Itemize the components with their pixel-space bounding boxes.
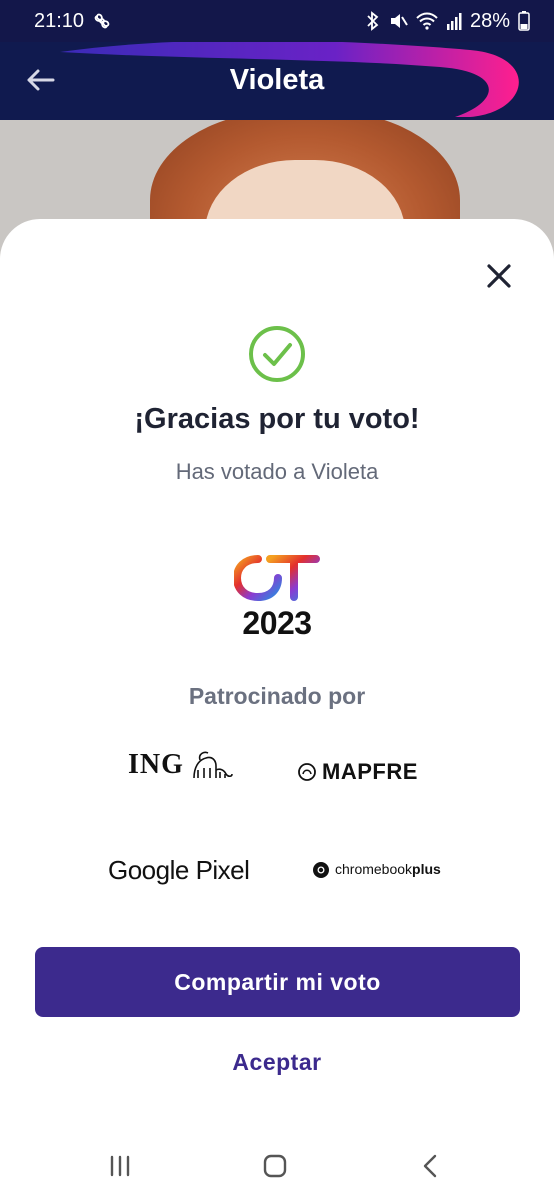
close-button[interactable]: [480, 257, 518, 295]
google-pixel-logo: Google Pixel: [108, 855, 250, 886]
ot-year: 2023: [242, 605, 312, 641]
ing-logo: ING: [128, 749, 234, 781]
ing-wordmark: ING: [128, 749, 184, 780]
page-title: Violeta: [229, 64, 325, 96]
chromebook-plus-wordmark: plus: [412, 861, 441, 877]
close-icon: [487, 264, 511, 288]
chromebook-wordmark: chromebook: [335, 861, 413, 877]
vote-confirmation-sheet: ¡Gracias por tu voto! Has votado a Viole…: [0, 219, 554, 1200]
home-button[interactable]: [255, 1150, 295, 1182]
signal-icon: [446, 12, 462, 30]
status-time: 21:10: [34, 9, 85, 32]
google-pixel-wordmark: Google Pixel: [108, 855, 250, 885]
back-icon: [423, 1154, 437, 1178]
voted-subtitle: Has votado a Violeta: [175, 459, 379, 484]
mapfre-wordmark: MAPFRE: [322, 759, 418, 784]
system-nav-bar: [0, 1130, 554, 1200]
recent-apps-button[interactable]: [100, 1150, 140, 1182]
accept-button[interactable]: Aceptar: [177, 1039, 377, 1085]
status-bar: 21:10 28%: [0, 0, 554, 42]
home-icon: [263, 1154, 287, 1178]
check-circle-icon: [249, 326, 305, 382]
chrome-icon: [313, 862, 329, 878]
battery-percentage: 28%: [469, 9, 510, 32]
sponsored-by-label: Patrocinado por: [188, 683, 366, 709]
app-bar: Violeta: [0, 42, 554, 120]
share-vote-button[interactable]: Compartir mi voto: [35, 947, 520, 1017]
lion-icon: [193, 751, 233, 779]
thanks-heading: ¡Gracias por tu voto!: [134, 403, 420, 435]
mapfre-emblem-icon: [298, 763, 316, 781]
mapfre-logo: MAPFRE: [298, 759, 418, 785]
bluetooth-icon: [366, 11, 380, 31]
pinwheel-icon: [92, 11, 112, 31]
battery-icon: [518, 11, 530, 31]
chromebook-plus-logo: chromebookplus: [312, 861, 441, 879]
recent-apps-icon: [110, 1155, 130, 1177]
mute-icon: [388, 11, 408, 31]
wifi-icon: [416, 11, 438, 31]
nav-back-button[interactable]: [410, 1150, 450, 1182]
